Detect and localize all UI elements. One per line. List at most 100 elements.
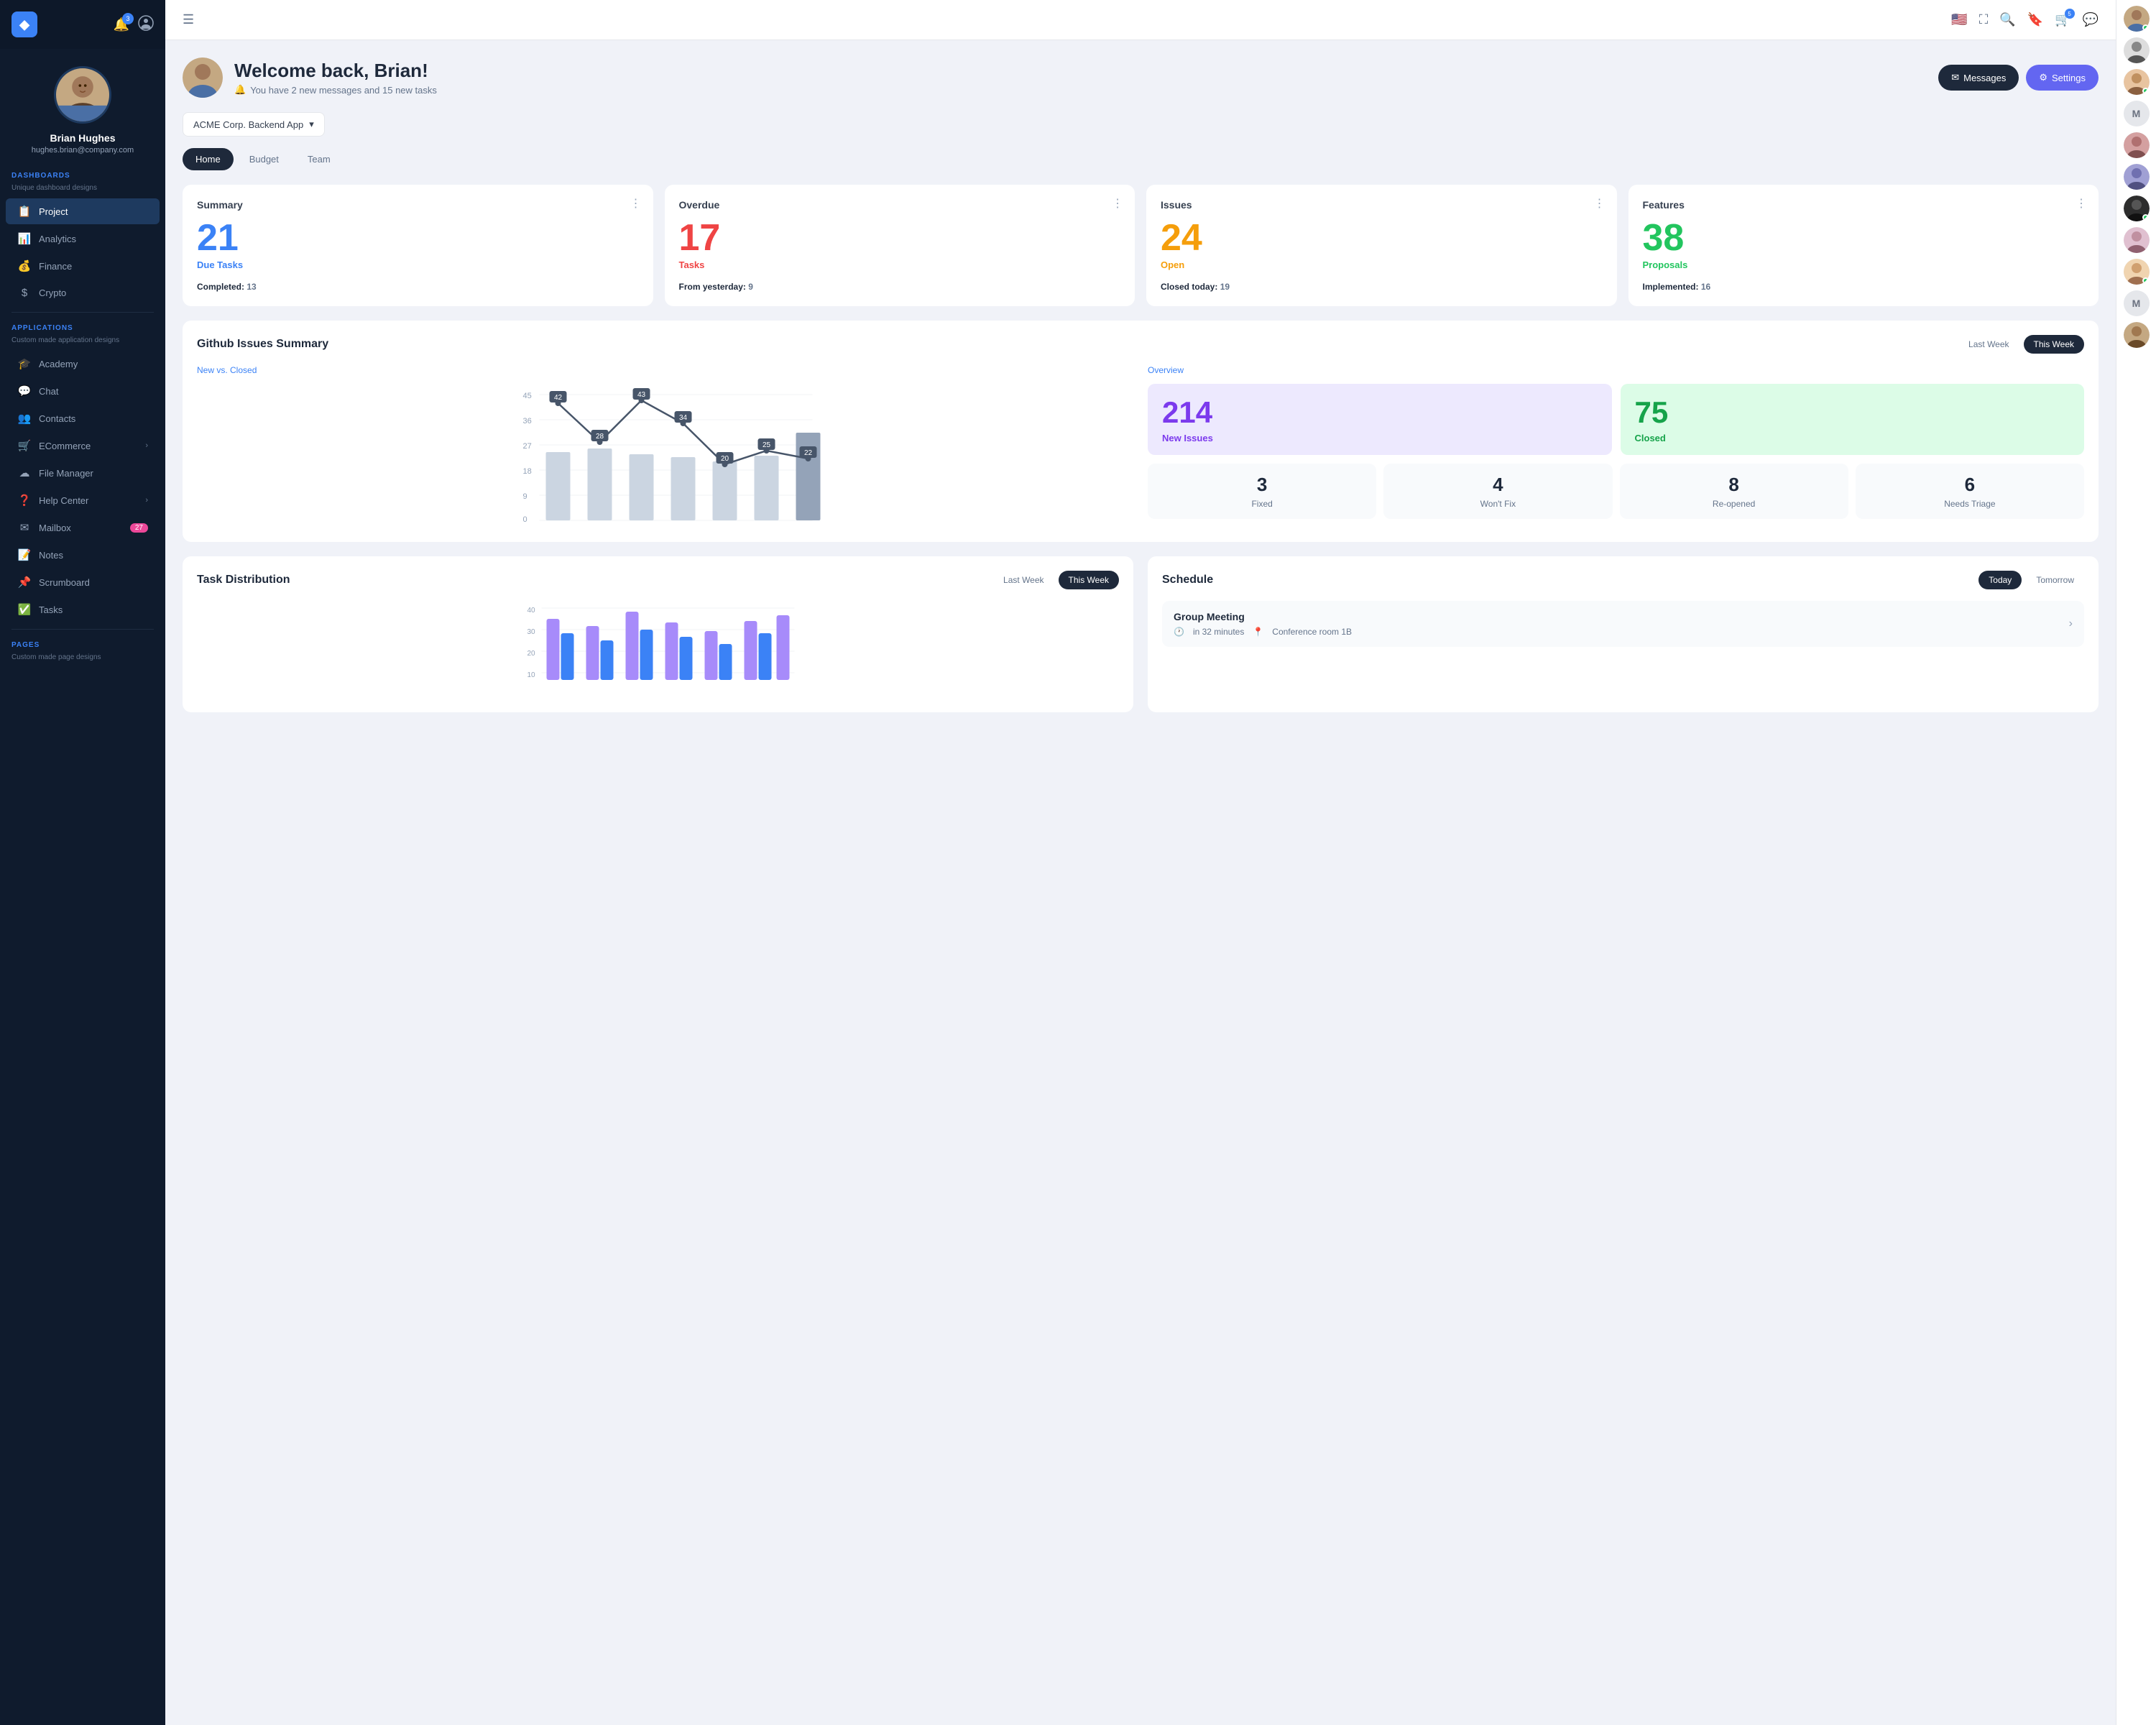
card-menu-icon[interactable]: ⋮: [2076, 196, 2087, 211]
notes-icon: 📝: [17, 548, 32, 561]
sidebar-item-help-center[interactable]: ❓ Help Center ›: [6, 487, 160, 513]
task-last-week-btn[interactable]: Last Week: [993, 571, 1054, 589]
avatar-item[interactable]: [2124, 132, 2150, 158]
tasks-icon: ✅: [17, 603, 32, 616]
user-circle-icon[interactable]: [138, 15, 154, 34]
chat-icon[interactable]: 💬: [2083, 12, 2099, 27]
tab-home[interactable]: Home: [183, 148, 234, 170]
svg-text:Thu: Thu: [676, 527, 690, 528]
stat-footer: Closed today: 19: [1161, 282, 1603, 292]
cart-icon[interactable]: 🛒 5: [2055, 12, 2070, 27]
dashboards-sublabel: Unique dashboard designs: [0, 183, 165, 198]
card-menu-icon[interactable]: ⋮: [630, 196, 642, 211]
user-email: hughes.brian@company.com: [32, 146, 134, 155]
sidebar-item-contacts[interactable]: 👥 Contacts: [6, 405, 160, 431]
avatar-item[interactable]: [2124, 69, 2150, 95]
sidebar-item-label: ECommerce: [39, 441, 91, 451]
last-week-btn[interactable]: Last Week: [1958, 335, 2019, 354]
svg-text:27: 27: [523, 442, 532, 451]
notification-badge: 3: [122, 13, 134, 24]
event-chevron-icon[interactable]: ›: [2069, 617, 2073, 630]
new-issues-label: New Issues: [1162, 433, 1598, 443]
avatar-item[interactable]: [2124, 227, 2150, 253]
sidebar-item-notes[interactable]: 📝 Notes: [6, 542, 160, 568]
tab-budget[interactable]: Budget: [236, 148, 292, 170]
wont-fix-label: Won't Fix: [1393, 499, 1602, 509]
messages-button[interactable]: ✉ Messages: [1938, 65, 2019, 91]
project-selector[interactable]: ACME Corp. Backend App ▾: [183, 112, 325, 137]
avatar-initial-m2[interactable]: M: [2124, 290, 2150, 316]
envelope-icon: ✉: [1951, 72, 1959, 83]
sidebar-item-crypto[interactable]: $ Crypto: [6, 280, 160, 305]
top-bar-right: 🇺🇸 ⛶ 🔍 🔖 🛒 5 💬: [1951, 12, 2099, 27]
stat-sublabel: Due Tasks: [197, 259, 639, 270]
search-icon[interactable]: 🔍: [1999, 12, 2015, 27]
avatar-item[interactable]: [2124, 259, 2150, 285]
stat-footer: Completed: 13: [197, 282, 639, 292]
reopened-stat: 8 Re-opened: [1620, 464, 1848, 519]
overview-bottom: 3 Fixed 4 Won't Fix 8 Re-opened 6: [1148, 464, 2084, 519]
wont-fix-number: 4: [1393, 474, 1602, 496]
sidebar-item-label: Chat: [39, 386, 58, 397]
schedule-event: Group Meeting 🕐 in 32 minutes 📍 Conferen…: [1162, 601, 2084, 647]
expand-icon[interactable]: ⛶: [1979, 12, 1989, 27]
task-distribution-card: Task Distribution Last Week This Week 40…: [183, 556, 1133, 712]
svg-text:Tue: Tue: [593, 527, 607, 528]
scrumboard-icon: 📌: [17, 576, 32, 589]
tab-team[interactable]: Team: [295, 148, 344, 170]
gear-icon: ⚙: [2039, 72, 2047, 83]
sidebar-item-label: Analytics: [39, 234, 76, 244]
stat-label: Overdue: [679, 199, 1121, 211]
sidebar-item-finance[interactable]: 💰 Finance: [6, 253, 160, 279]
hamburger-menu[interactable]: ☰: [183, 12, 194, 27]
needs-triage-label: Needs Triage: [1866, 499, 2074, 509]
avatar-item[interactable]: [2124, 37, 2150, 63]
chart-overview: New vs. Closed 45 36 27 18 9 0: [197, 365, 2084, 528]
this-week-btn[interactable]: This Week: [2024, 335, 2084, 354]
avatar-item[interactable]: [2124, 196, 2150, 221]
file-manager-icon: ☁: [17, 466, 32, 479]
chart-area: New vs. Closed 45 36 27 18 9 0: [197, 365, 1133, 528]
avatar-item[interactable]: [2124, 322, 2150, 348]
card-menu-icon[interactable]: ⋮: [1112, 196, 1123, 211]
sidebar-item-academy[interactable]: 🎓 Academy: [6, 351, 160, 377]
settings-button[interactable]: ⚙ Settings: [2026, 65, 2099, 91]
svg-text:18: 18: [523, 467, 532, 476]
notification-bell[interactable]: 🔔 3: [114, 17, 129, 32]
bookmark-icon[interactable]: 🔖: [2027, 12, 2043, 27]
flag-icon[interactable]: 🇺🇸: [1951, 12, 1967, 27]
sidebar-icons: 🔔 3: [114, 15, 154, 34]
sidebar-item-ecommerce[interactable]: 🛒 ECommerce ›: [6, 433, 160, 459]
avatar-initial-m[interactable]: M: [2124, 101, 2150, 126]
welcome-actions: ✉ Messages ⚙ Settings: [1938, 65, 2099, 91]
today-btn[interactable]: Today: [1978, 571, 2022, 589]
stat-number: 24: [1161, 219, 1603, 257]
avatar-item[interactable]: [2124, 6, 2150, 32]
stat-sublabel: Open: [1161, 259, 1603, 270]
sidebar-item-mailbox[interactable]: ✉ Mailbox 27: [6, 515, 160, 540]
sidebar-item-file-manager[interactable]: ☁ File Manager: [6, 460, 160, 486]
sidebar-item-scrumboard[interactable]: 📌 Scrumboard: [6, 569, 160, 595]
welcome-left: Welcome back, Brian! 🔔 You have 2 new me…: [183, 58, 437, 98]
sidebar-item-chat[interactable]: 💬 Chat: [6, 378, 160, 404]
tomorrow-btn[interactable]: Tomorrow: [2026, 571, 2084, 589]
sidebar-item-project[interactable]: 📋 Project: [6, 198, 160, 224]
avatar-item[interactable]: [2124, 164, 2150, 190]
welcome-bar: Welcome back, Brian! 🔔 You have 2 new me…: [183, 58, 2099, 98]
task-chart-svg: 40 30 20 10: [197, 601, 1119, 694]
ecommerce-icon: 🛒: [17, 439, 32, 452]
svg-text:Sat: Sat: [760, 527, 773, 528]
card-menu-icon[interactable]: ⋮: [1594, 196, 1606, 211]
stat-label: Issues: [1161, 199, 1603, 211]
online-indicator: [2142, 277, 2149, 284]
sidebar-item-tasks[interactable]: ✅ Tasks: [6, 597, 160, 622]
pages-label: PAGES: [0, 635, 165, 652]
cart-badge: 5: [2065, 9, 2075, 19]
sidebar-item-analytics[interactable]: 📊 Analytics: [6, 226, 160, 252]
task-this-week-btn[interactable]: This Week: [1059, 571, 1119, 589]
online-indicator: [2142, 88, 2149, 94]
closed-label: Closed: [1635, 433, 2070, 443]
welcome-avatar: [183, 58, 223, 98]
overview-subtitle: Overview: [1148, 365, 2084, 375]
help-icon: ❓: [17, 494, 32, 507]
